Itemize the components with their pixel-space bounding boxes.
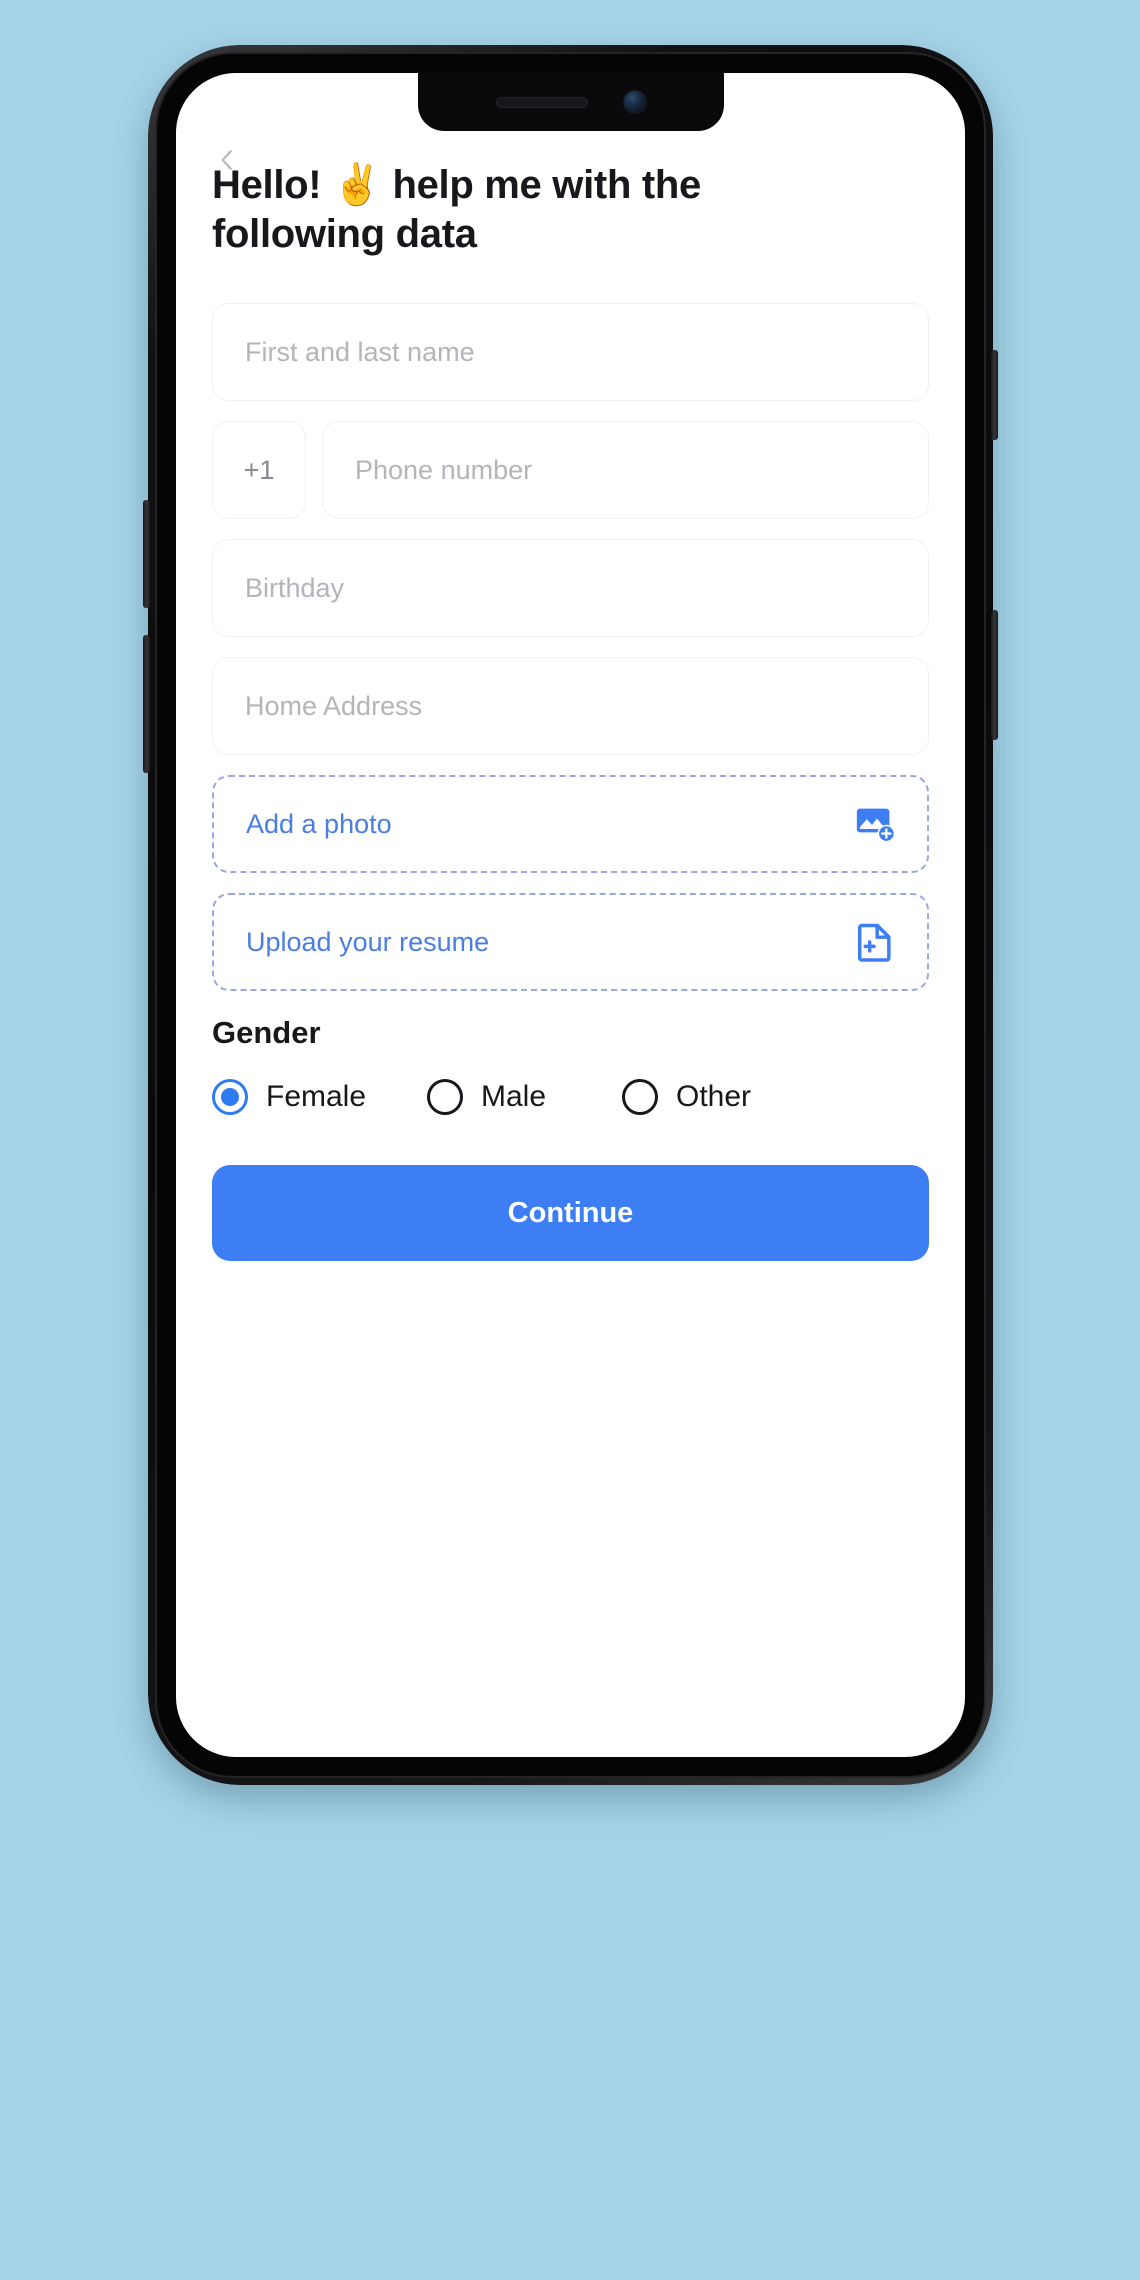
continue-button[interactable]: Continue xyxy=(212,1165,929,1262)
full-name-input[interactable]: First and last name xyxy=(212,303,929,402)
gender-option-other[interactable]: Other xyxy=(622,1079,752,1116)
birthday-input[interactable]: Birthday xyxy=(212,539,929,638)
home-address-input[interactable]: Home Address xyxy=(212,657,929,756)
gender-label-female: Female xyxy=(266,1080,367,1114)
country-code-value: +1 xyxy=(243,454,275,485)
add-photo-label: Add a photo xyxy=(246,808,392,839)
form-fields: First and last name +1 Phone number Birt… xyxy=(212,303,929,992)
radio-dot xyxy=(221,1088,239,1107)
birthday-placeholder: Birthday xyxy=(245,572,345,603)
country-code-select[interactable]: +1 xyxy=(212,421,306,520)
earpiece-speaker-icon xyxy=(495,96,588,108)
radio-icon-male xyxy=(427,1079,463,1116)
phone-row: +1 Phone number xyxy=(212,421,929,520)
front-camera-icon xyxy=(623,91,646,113)
add-photo-button[interactable]: Add a photo xyxy=(212,775,929,874)
add-document-icon xyxy=(853,919,899,965)
signup-form-screen: Hello! ✌️ help me with the following dat… xyxy=(176,73,965,1757)
page-title: Hello! ✌️ help me with the following dat… xyxy=(212,163,702,257)
full-name-placeholder: First and last name xyxy=(245,336,475,367)
phone-device-frame: Hello! ✌️ help me with the following dat… xyxy=(143,45,998,1785)
volume-up-button[interactable] xyxy=(143,500,150,608)
upload-resume-button[interactable]: Upload your resume xyxy=(212,893,929,992)
volume-down-button[interactable] xyxy=(143,635,150,773)
home-address-placeholder: Home Address xyxy=(245,690,423,721)
radio-icon-other xyxy=(622,1079,658,1116)
add-image-icon xyxy=(853,801,899,847)
phone-notch xyxy=(417,73,724,131)
gender-option-male[interactable]: Male xyxy=(427,1079,622,1116)
radio-dot xyxy=(436,1088,454,1106)
gender-label-male: Male xyxy=(481,1080,547,1114)
gender-label-other: Other xyxy=(676,1080,752,1114)
phone-number-placeholder: Phone number xyxy=(355,454,533,485)
radio-icon-female xyxy=(212,1079,248,1116)
gender-option-female[interactable]: Female xyxy=(212,1079,427,1116)
gender-radio-group: Female Male Other xyxy=(212,1079,929,1116)
alert-slider[interactable] xyxy=(991,350,998,440)
upload-resume-label: Upload your resume xyxy=(246,926,490,957)
radio-dot xyxy=(631,1088,649,1106)
power-button[interactable] xyxy=(991,610,998,740)
gender-section-title: Gender xyxy=(212,1015,321,1051)
phone-number-input[interactable]: Phone number xyxy=(322,421,929,520)
phone-screen: Hello! ✌️ help me with the following dat… xyxy=(176,73,965,1757)
